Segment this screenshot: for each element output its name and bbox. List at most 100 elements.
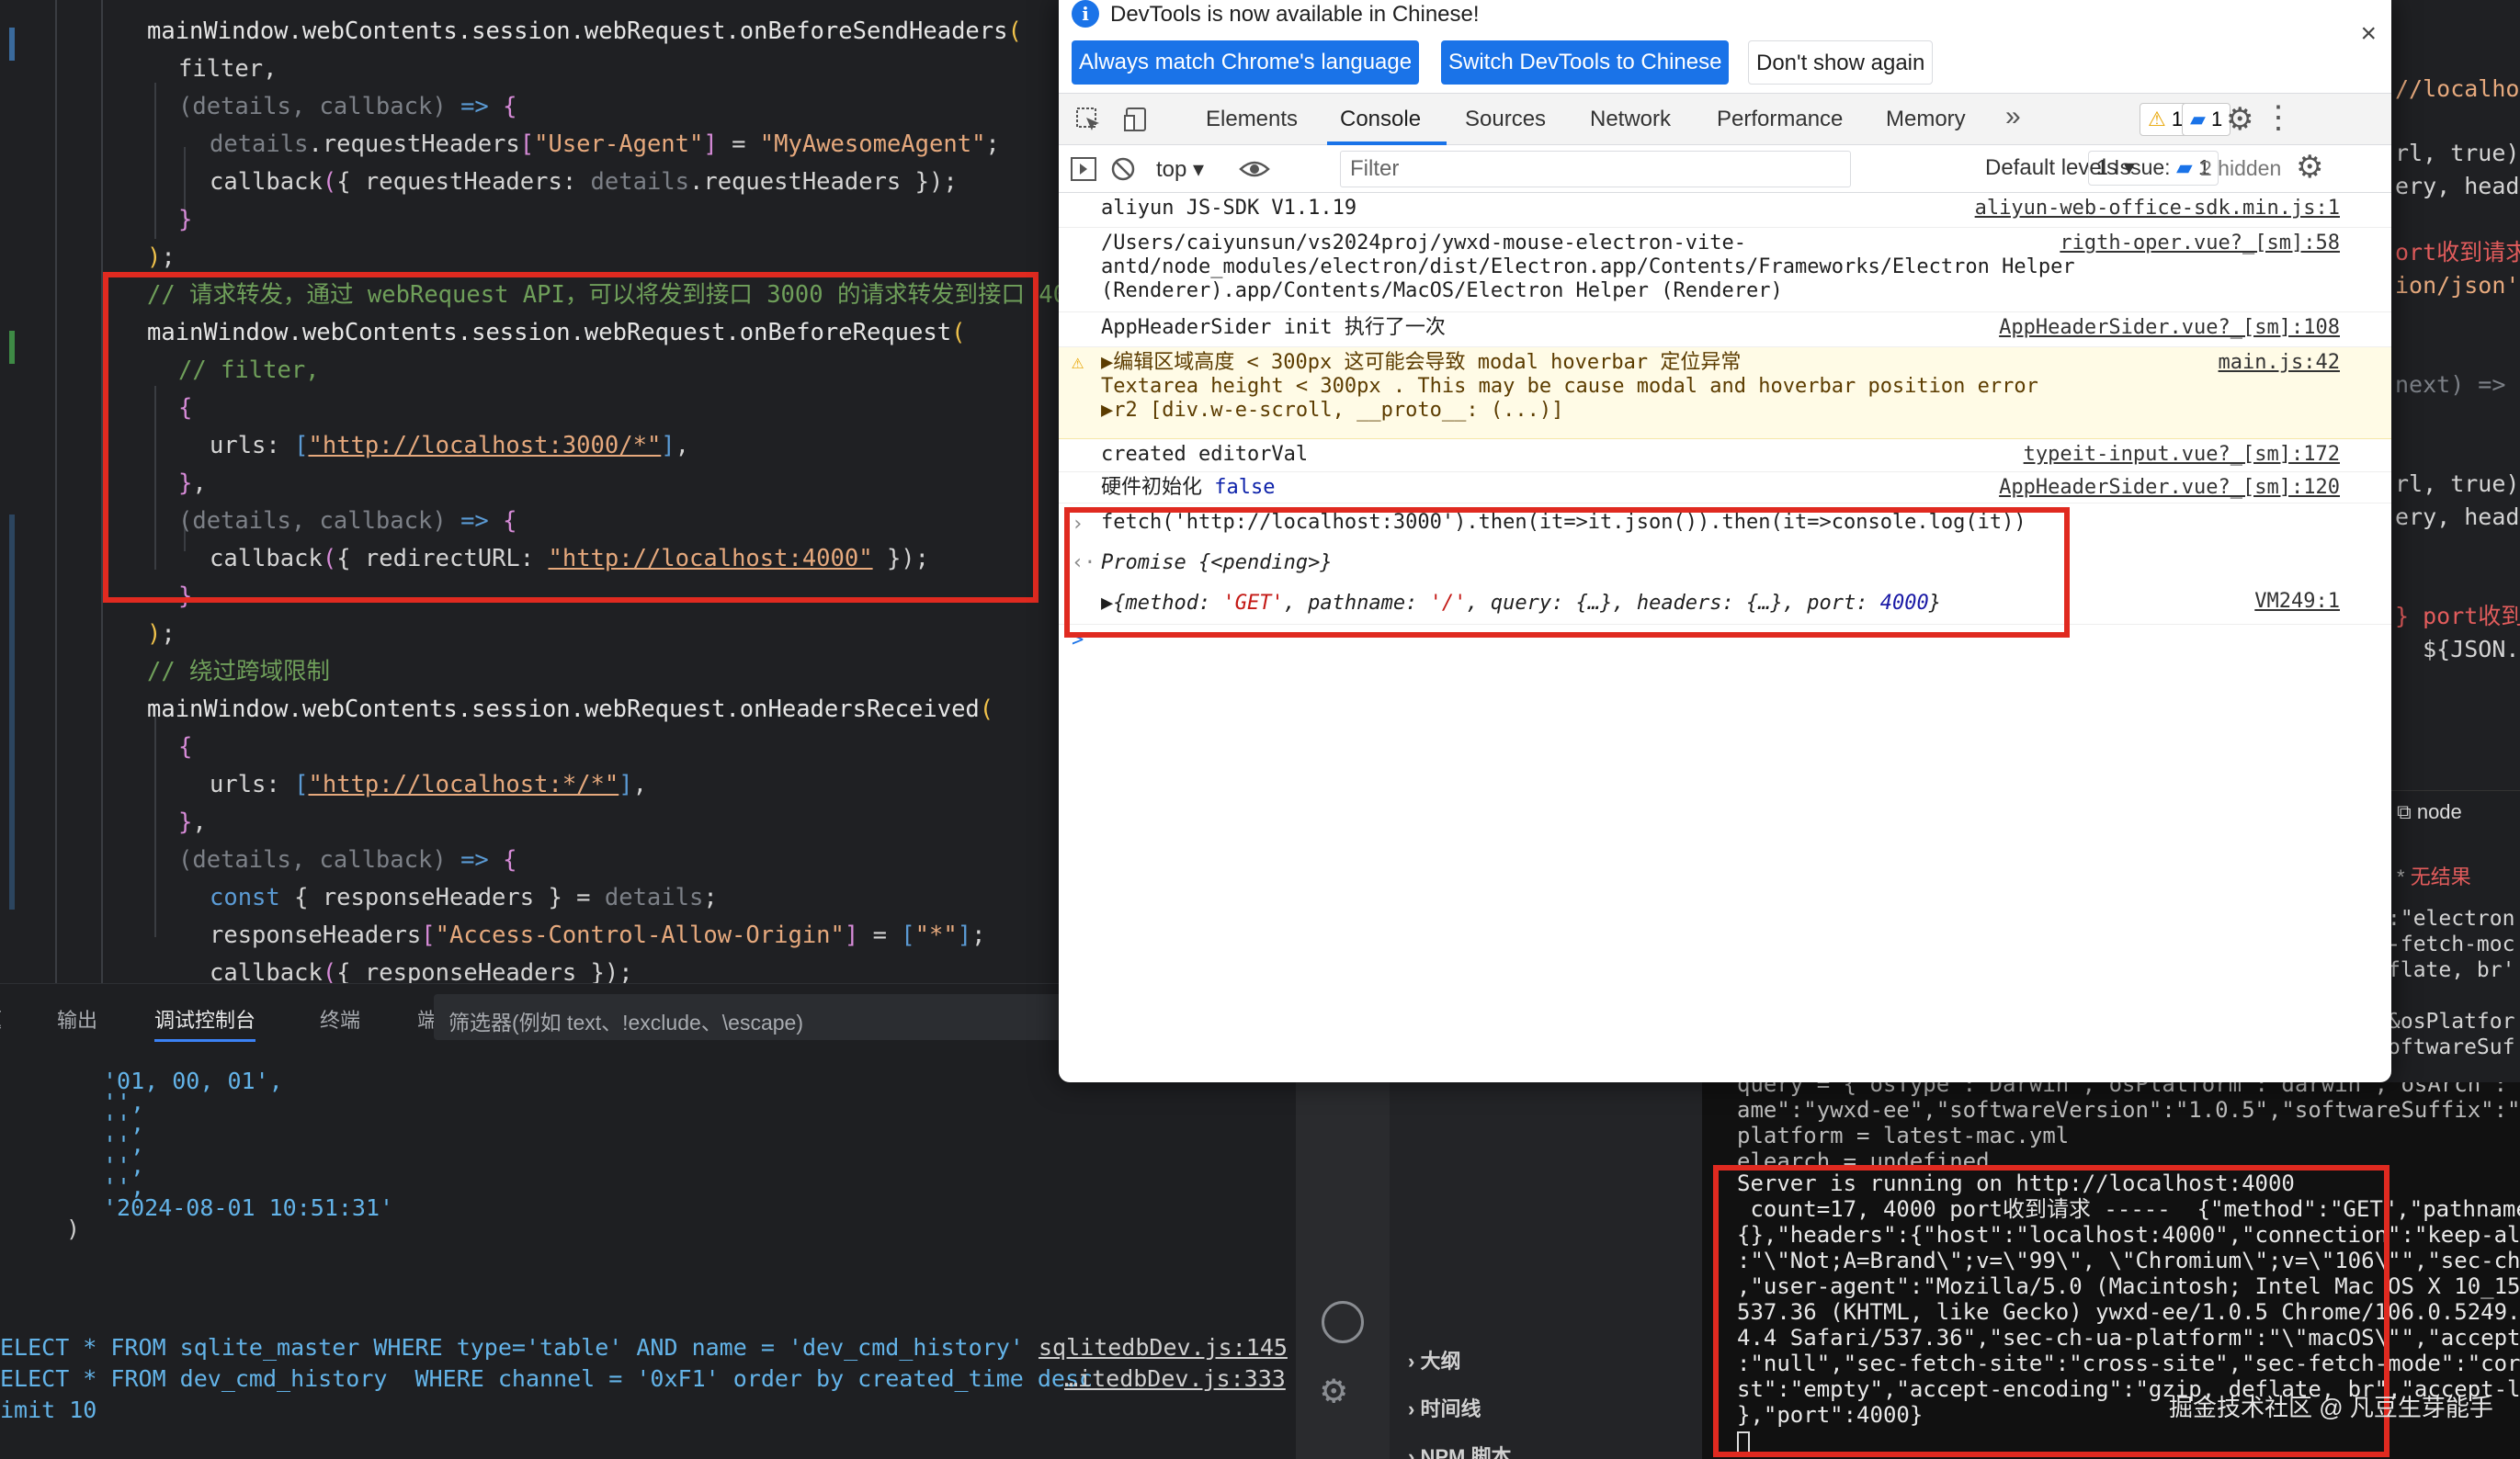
devtools-tab[interactable]: Performance <box>1717 107 1843 132</box>
code-line: const { responseHeaders } = details; <box>210 884 718 911</box>
console-message: 硬件初始化 false AppHeaderSider.vue?_[sm]:120 <box>1059 472 2391 503</box>
devtools-tab[interactable]: Console <box>1340 107 1421 132</box>
code-fragment: ery, heade <box>2395 503 2520 530</box>
dont-show-again-button[interactable]: Don't show again <box>1748 40 1934 85</box>
context-select[interactable]: top ▾ <box>1156 156 1204 183</box>
panel-tab[interactable]: 题 <box>0 1004 2 1034</box>
debug-line: '2024-08-01 10:51:31' <box>103 1194 394 1221</box>
console-filter-input[interactable]: Filter <box>1340 151 1851 187</box>
more-options-icon[interactable]: ⋮ <box>2263 99 2294 136</box>
console-prompt[interactable]: > <box>1059 628 2391 656</box>
terminal-line: Server is running on http://localhost:40… <box>1737 1171 2295 1196</box>
warning-icon: ⚠ <box>2148 107 2166 130</box>
close-icon[interactable]: × <box>2360 18 2377 50</box>
source-link[interactable]: typeit-input.vue?_[sm]:172 <box>2024 443 2340 467</box>
code-line: mainWindow.webContents.session.webReques… <box>147 696 994 723</box>
code-line: mainWindow.webContents.session.webReques… <box>147 319 966 346</box>
terminal-cursor <box>1737 1431 1750 1453</box>
message-icon: ▰ <box>2190 107 2206 130</box>
terminal-line: :"\"Not;A=Brand\";v=\"99\", \"Chromium\"… <box>1737 1248 2520 1273</box>
panel-tab[interactable]: 调试控制台 <box>154 1004 256 1042</box>
code-fragment: ort收到请求 <box>2395 239 2520 266</box>
code-line: } <box>178 582 193 610</box>
code-fragment: ery, heade <box>2395 173 2520 199</box>
code-line: callback({ redirectURL: "http://localhos… <box>210 545 930 572</box>
debug-line: ) <box>66 1216 81 1242</box>
settings-gear-icon[interactable]: ⚙ <box>1322 1369 1346 1411</box>
code-editor[interactable]: mainWindow.webContents.session.webReques… <box>0 0 1059 983</box>
source-link[interactable]: AppHeaderSider.vue?_[sm]:108 <box>1999 316 2340 340</box>
clear-console-icon[interactable] <box>1110 156 1136 182</box>
code-line: filter, <box>178 55 278 83</box>
banner-text: DevTools is now available in Chinese! <box>1110 2 1480 27</box>
panel-tab[interactable]: 终端 <box>320 1004 360 1034</box>
result-source-link[interactable]: VM249:1 <box>2254 590 2340 614</box>
sql-source-link[interactable]: …itedbDev.js:333 <box>1064 1363 1286 1395</box>
outline-section[interactable]: › 大纲 <box>1408 1345 1460 1374</box>
sql-log-line: ELECT * FROM sqlite_master WHERE type='t… <box>0 1334 1024 1361</box>
panel-tab[interactable]: 输出 <box>57 1004 97 1034</box>
console-command: › fetch('http://localhost:3000').then(it… <box>1072 511 2026 536</box>
code-fragment: } port收到 <box>2395 603 2520 629</box>
result-object[interactable]: ▶{method: 'GET', pathname: '/', query: {… <box>1101 592 1941 616</box>
console-message: /Users/caiyunsun/vs2024proj/ywxd-mouse-e… <box>1059 228 2391 312</box>
code-line: { <box>178 394 193 422</box>
terminal-fragment: flate, br' <box>2388 958 2515 982</box>
issues-button[interactable]: 1 Issue: ▰ 1 <box>2088 151 2219 186</box>
code-line: // 请求转发，通过 webRequest API，可以将发到接口 3000 的… <box>147 281 1059 309</box>
account-icon[interactable] <box>1322 1301 1364 1343</box>
terminal-line: },"port":4000} <box>1737 1402 1924 1428</box>
sql-source-link[interactable]: sqlitedbDev.js:145 <box>1039 1332 1288 1363</box>
node-terminal-label[interactable]: ⧉ node <box>2397 800 2462 824</box>
source-link[interactable]: main.js:42 <box>2219 351 2340 375</box>
activity-bar: ⚙ <box>1296 1082 1390 1459</box>
terminal-line: 4.4 Safari/537.36","sec-ch-ua-platform":… <box>1737 1325 2520 1351</box>
return-arrow-icon: ‹· <box>1072 551 1096 574</box>
terminal-line: query = { osType : Darwin , osPlatform :… <box>1737 1082 2520 1097</box>
code-line: } <box>178 206 193 233</box>
devtools-window: i DevTools is now available in Chinese! … <box>1059 0 2391 1082</box>
console-message: aliyun JS-SDK V1.1.19 aliyun-web-office-s… <box>1059 193 2391 228</box>
devtools-tab[interactable]: Elements <box>1206 107 1298 132</box>
settings-icon[interactable]: ⚙ <box>2226 101 2253 138</box>
console-toolbar: top ▾ Filter Default levels ▾ 1 Issue: ▰… <box>1059 145 2391 193</box>
hidden-count: 2 hidden <box>2200 156 2282 180</box>
terminal-line: ame":"ywxd-ee","softwareVersion":"1.0.5"… <box>1737 1097 2520 1123</box>
code-line: // 绕过跨域限制 <box>147 658 331 685</box>
source-link[interactable]: AppHeaderSider.vue?_[sm]:120 <box>1999 476 2340 500</box>
more-tabs-button[interactable]: » <box>2005 101 2021 132</box>
message-count-badge[interactable]: ▰ 1 <box>2182 103 2231 136</box>
code-line: ); <box>147 243 176 271</box>
warning-icon: ⚠ <box>1072 351 1084 374</box>
sidebar-toggle-icon[interactable] <box>1070 156 1097 182</box>
chevron-right-icon: › <box>1408 1350 1421 1373</box>
code-line: ); <box>147 620 176 648</box>
terminal-icon: ⧉ <box>2397 800 2417 823</box>
debug-filter-input[interactable]: 筛选器(例如 text、!exclude、\escape) <box>434 994 1077 1040</box>
watermark: 掘金技术社区 @ 凡豆生芽能手 <box>2169 1394 2493 1421</box>
code-line: }, <box>178 469 207 497</box>
devtools-tab[interactable]: Memory <box>1886 107 1966 132</box>
console-message: AppHeaderSider init 执行了一次 AppHeaderSider.… <box>1059 312 2391 347</box>
npm-scripts-section[interactable]: › NPM 脚本 <box>1408 1441 1511 1459</box>
console-settings-icon[interactable]: ⚙ <box>2296 149 2323 186</box>
source-link[interactable]: aliyun-web-office-sdk.min.js:1 <box>1975 197 2340 221</box>
source-link[interactable]: rigth-oper.vue?_[sm]:58 <box>2060 232 2340 255</box>
match-language-button[interactable]: Always match Chrome's language <box>1072 40 1420 85</box>
search-result-label: * 无结果 <box>2397 865 2471 888</box>
devtools-tab[interactable]: Network <box>1590 107 1671 132</box>
timeline-section[interactable]: › 时间线 <box>1408 1393 1481 1422</box>
inspect-element-icon[interactable] <box>1073 105 1103 134</box>
right-mid-panel: ⧉ node * 无结果 :"electron -fetch-moc flate, … <box>2388 790 2520 1084</box>
terminal-line: 537.36 (KHTML, like Gecko) ywxd-ee/1.0.5… <box>1737 1299 2520 1325</box>
code-line: callback({ requestHeaders: details.reque… <box>210 168 958 196</box>
prompt-icon: > <box>1072 628 1084 651</box>
code-fragment: rl, true) <box>2395 470 2520 497</box>
live-expression-icon[interactable] <box>1239 158 1270 180</box>
language-banner: i DevTools is now available in Chinese! … <box>1059 0 2391 94</box>
switch-chinese-button[interactable]: Switch DevTools to Chinese <box>1441 40 1730 85</box>
devtools-toolbar: Elements Console Sources Network Performance… <box>1059 94 2391 145</box>
device-toolbar-icon[interactable] <box>1121 105 1151 134</box>
sql-log-line: ELECT * FROM dev_cmd_history WHERE chann… <box>0 1365 1094 1392</box>
devtools-tab[interactable]: Sources <box>1465 107 1546 132</box>
